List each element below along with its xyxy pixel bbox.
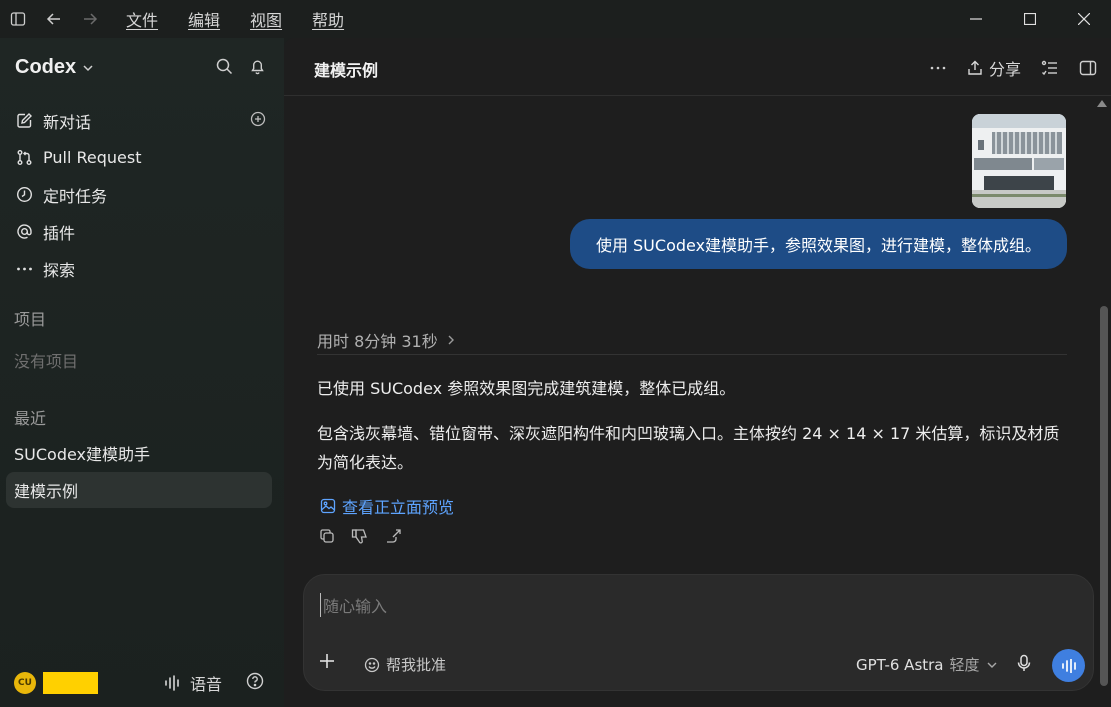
voice-mode-button[interactable] [1052,649,1085,682]
effort-level: 轻度 [949,656,980,674]
recent-item-modeling-example[interactable]: 建模示例 [6,472,272,508]
sidebar-item-label: 探索 [43,260,76,280]
menu-edit[interactable]: 编辑 [188,7,220,31]
approval-mode-button[interactable]: 帮我批准 [364,654,446,675]
title-bar: 文件 编辑 视图 帮助 [0,0,1111,38]
projects-heading: 项目 [14,310,47,329]
menu-file[interactable]: 文件 [126,7,158,31]
microphone-icon[interactable] [1016,654,1032,676]
image-icon [320,498,336,514]
sidebar-item-new-chat[interactable]: 新对话 [14,102,270,139]
assistant-reply-paragraph-1: 已使用 SUCodex 参照效果图完成建筑建模，整体已成组。 [317,379,736,398]
projects-empty-text: 没有项目 [14,352,79,371]
sidebar: Codex 新对话 Pull Request 定时任务 插件 探索 项目 没有项… [0,38,284,707]
sidebar-item-label: 定时任务 [43,186,108,206]
share-icon [968,60,982,75]
edit-icon [14,111,34,131]
clock-icon [14,185,34,205]
sidebar-item-label: Pull Request [43,148,142,167]
smile-icon [364,657,380,672]
sidebar-item-label: 新对话 [43,112,92,132]
model-name: GPT-6 Astra [856,655,944,674]
brand-menu[interactable]: Codex [15,56,94,79]
git-pull-request-icon [14,148,34,168]
more-options-icon[interactable] [929,59,947,77]
voice-button[interactable]: 语音 [164,671,222,695]
copy-icon[interactable] [319,528,335,548]
recent-heading: 最近 [14,409,47,428]
page-title: 建模示例 [314,61,379,80]
brand-name: Codex [15,56,77,78]
user-message-text: 使用 SUCodex建模助手，参照效果图，进行建模，整体成组。 [595,236,1042,255]
sidebar-item-explore[interactable]: 探索 [14,250,270,287]
add-attachment-icon[interactable] [318,652,336,674]
chat-panel: 建模示例 分享 使用 SUCodex建模助手，参照效果图，进行建模，整体成组。 … [284,38,1111,707]
sidebar-item-label: 插件 [43,223,76,243]
at-icon [14,222,34,242]
sidebar-toggle-icon[interactable] [0,0,36,38]
assistant-reply-paragraph-2: 包含浅灰幕墙、错位窗带、深灰遮阳构件和内凹玻璃入口。主体按约 24 × 14 ×… [317,424,1060,472]
menu-help[interactable]: 帮助 [312,7,344,31]
voice-label: 语音 [190,675,223,694]
share-button[interactable]: 分享 [967,56,1021,80]
avatar[interactable]: CU [14,672,36,694]
help-icon[interactable] [246,672,264,694]
chevron-right-icon [448,335,454,345]
message-input[interactable]: 随心输入 [320,593,1060,617]
scrollbar-thumb[interactable] [1100,306,1108,686]
sidebar-item-pull-request[interactable]: Pull Request [14,139,270,176]
panel-toggle-icon[interactable] [1079,59,1097,77]
waveform-icon [165,675,179,691]
maximize-icon[interactable] [1003,0,1057,38]
elapsed-time-text: 用时 8分钟 31秒 [317,332,438,351]
header-actions: 分享 [909,56,1097,80]
share-label: 分享 [988,60,1021,79]
minimize-icon[interactable] [949,0,1003,38]
elevation-preview-link[interactable]: 查看正立面预览 [320,494,454,518]
menu-view[interactable]: 视图 [250,7,282,31]
more-icon [14,259,34,279]
attached-image-thumbnail[interactable] [972,114,1066,208]
chevron-down-icon [987,662,997,668]
recent-item-label: 建模示例 [14,482,79,501]
window-controls [949,0,1111,38]
elapsed-time-toggle[interactable]: 用时 8分钟 31秒 [317,328,456,352]
composer: 随心输入 帮我批准 GPT-6 Astra 轻度 [303,574,1094,691]
approval-mode-label: 帮我批准 [386,656,447,674]
divider [317,354,1067,355]
user-name-redacted [43,672,98,694]
preview-link-label: 查看正立面预览 [342,498,455,517]
message-actions [319,528,403,548]
sidebar-item-plugins[interactable]: 插件 [14,213,270,250]
menu-bar: 文件 编辑 视图 帮助 [126,7,374,31]
chevron-down-icon [83,64,93,71]
branch-icon[interactable] [385,528,403,548]
recent-item-label: SUCodex建模助手 [14,445,151,464]
user-row: CU 语音 [14,671,270,695]
chat-header: 建模示例 分享 [284,38,1111,96]
recent-item-sucodex[interactable]: SUCodex建模助手 [6,435,272,471]
forward-arrow-icon[interactable] [72,0,108,38]
sidebar-top-actions [216,58,266,75]
sidebar-item-scheduled-tasks[interactable]: 定时任务 [14,176,270,213]
waveform-icon [1061,658,1076,673]
back-arrow-icon[interactable] [36,0,72,38]
bell-icon[interactable] [249,58,266,75]
task-list-icon[interactable] [1041,59,1059,77]
thumbs-down-icon[interactable] [351,528,369,548]
scroll-up-arrow-icon[interactable] [1097,100,1107,107]
plus-circle-icon[interactable] [250,111,266,131]
model-selector[interactable]: GPT-6 Astra 轻度 [856,654,998,675]
search-icon[interactable] [216,58,233,75]
close-icon[interactable] [1057,0,1111,38]
sidebar-nav: 新对话 Pull Request 定时任务 插件 探索 [14,102,270,287]
user-message-bubble: 使用 SUCodex建模助手，参照效果图，进行建模，整体成组。 [570,219,1067,269]
